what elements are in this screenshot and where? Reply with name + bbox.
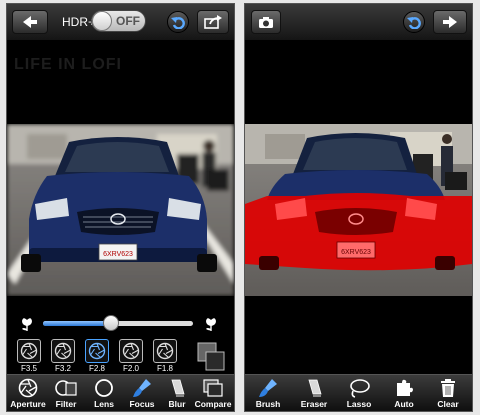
undo-icon xyxy=(407,17,421,29)
arrow-left-icon xyxy=(23,16,37,28)
bottom-toolbar: Brush Eraser Lasso Auto Clear xyxy=(245,374,472,411)
tool-label: Brush xyxy=(255,399,281,409)
lens-icon xyxy=(95,379,113,397)
toggle-knob xyxy=(92,11,112,31)
top-bar xyxy=(245,4,472,41)
license-plate-text: 6XRV623 xyxy=(341,249,371,256)
top-bar: HDR+ OFF xyxy=(7,4,234,41)
tool-label: Lasso xyxy=(346,399,372,409)
tool-compare[interactable]: Compare xyxy=(194,375,232,411)
tool-lasso[interactable]: Lasso xyxy=(338,375,380,411)
share-button[interactable] xyxy=(197,10,229,34)
tool-aperture[interactable]: Aperture xyxy=(9,375,47,411)
camera-button[interactable] xyxy=(251,10,281,34)
aperture-blades-box xyxy=(17,339,41,363)
aperture-icon xyxy=(54,342,72,360)
tool-eraser[interactable]: Eraser xyxy=(293,375,335,411)
app-watermark: LIFE IN LOFI xyxy=(14,56,122,73)
fstop-label: F3.5 xyxy=(20,364,37,373)
aperture-icon xyxy=(20,342,38,360)
fstop-label: F1.8 xyxy=(156,364,173,373)
tool-clear[interactable]: Clear xyxy=(427,375,469,411)
tool-lens[interactable]: Lens xyxy=(85,375,123,411)
aperture-slider-row xyxy=(7,308,234,338)
aperture-icon xyxy=(156,342,174,360)
eraser-icon xyxy=(308,379,322,397)
brush-icon xyxy=(133,379,151,397)
hdr-toggle[interactable]: OFF xyxy=(91,10,146,32)
tool-brush[interactable]: Brush xyxy=(247,375,289,411)
hdr-toggle-state: OFF xyxy=(116,14,140,28)
fstop-presets: F3.5 F3.2 F2.8 F2.0 F1.8 xyxy=(15,339,205,375)
brush-icon xyxy=(259,379,277,397)
landscape-flower-icon xyxy=(206,318,216,331)
aperture-blades-box xyxy=(119,339,143,363)
aperture-blades-box xyxy=(85,339,109,363)
undo-button[interactable] xyxy=(167,11,189,33)
aperture-blades-box xyxy=(153,339,177,363)
arrow-right-icon xyxy=(443,16,457,28)
next-button[interactable] xyxy=(433,10,467,34)
tool-focus[interactable]: Focus xyxy=(123,375,161,411)
tool-label: Eraser xyxy=(300,399,328,409)
car-photo-masked: 6XRV623 xyxy=(245,124,472,296)
fstop-label: F2.0 xyxy=(122,364,139,373)
fstop-label: F3.2 xyxy=(54,364,71,373)
fstop-button[interactable]: F2.0 xyxy=(117,339,145,375)
aperture-slider-thumb[interactable] xyxy=(102,315,119,331)
trash-icon xyxy=(441,379,455,397)
tool-auto[interactable]: Auto xyxy=(383,375,425,411)
right-screen: 6XRV623 Brush Eraser Lasso Auto Clear xyxy=(244,3,473,412)
photo-preview[interactable]: 6XRV623 xyxy=(7,124,234,296)
puzzle-icon xyxy=(397,379,413,396)
back-button[interactable] xyxy=(12,10,48,34)
tool-label: Compare xyxy=(194,399,232,409)
layers-icon xyxy=(197,342,225,371)
tool-label: Filter xyxy=(55,399,77,409)
aperture-icon xyxy=(18,378,38,398)
fstop-label: F2.8 xyxy=(88,364,105,373)
tool-label: Focus xyxy=(129,399,155,409)
fstop-button[interactable]: F3.5 xyxy=(15,339,43,375)
aperture-blades-box xyxy=(51,339,75,363)
aperture-slider-fill xyxy=(43,321,111,326)
tool-label: Auto xyxy=(394,399,414,409)
tool-filter[interactable]: Filter xyxy=(47,375,85,411)
camera-icon xyxy=(259,17,273,28)
aperture-icon xyxy=(122,342,140,360)
tool-label: Lens xyxy=(94,399,114,409)
left-screen: HDR+ OFF LIFE IN LOFI 6XRV623 F3.5 F3.2 … xyxy=(6,3,235,412)
bottom-toolbar: Aperture Filter Lens Focus Blur Compare xyxy=(7,374,234,411)
filter-icon xyxy=(55,380,77,396)
aperture-icon xyxy=(88,342,106,360)
tool-label: Clear xyxy=(437,399,459,409)
undo-icon xyxy=(171,17,185,29)
fstop-button[interactable]: F2.8 xyxy=(83,339,111,375)
undo-button[interactable] xyxy=(403,11,425,33)
macro-flower-icon xyxy=(22,318,32,331)
share-icon xyxy=(204,15,222,29)
compare-icon xyxy=(203,379,223,397)
tool-blur[interactable]: Blur xyxy=(158,375,196,411)
photo-preview-mask[interactable]: 6XRV623 xyxy=(245,124,472,296)
car-photo: 6XRV623 xyxy=(7,124,234,296)
fstop-button[interactable]: F1.8 xyxy=(151,339,179,375)
compare-toggle[interactable] xyxy=(197,340,227,372)
tool-label: Blur xyxy=(168,399,186,409)
aperture-slider[interactable] xyxy=(43,315,193,331)
tool-label: Aperture xyxy=(10,399,46,409)
license-plate-text: 6XRV623 xyxy=(103,251,133,258)
fstop-button[interactable]: F3.2 xyxy=(49,339,77,375)
lasso-icon xyxy=(350,379,370,398)
eraser-icon xyxy=(171,379,185,397)
